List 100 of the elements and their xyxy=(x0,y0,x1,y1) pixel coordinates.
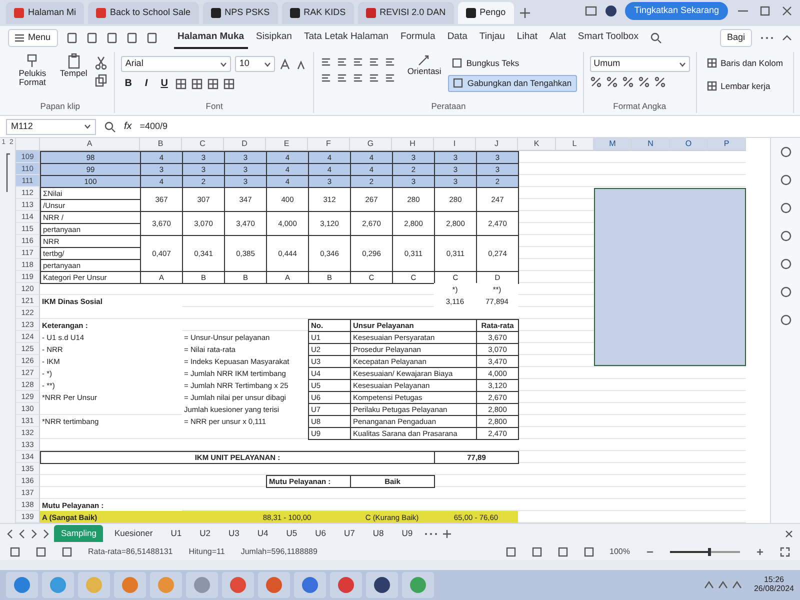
close-icon[interactable] xyxy=(780,5,794,17)
caret-icon[interactable] xyxy=(84,124,91,129)
copy-icon[interactable] xyxy=(94,74,108,88)
add-sheet-icon[interactable] xyxy=(442,528,452,538)
zoom-level[interactable]: 100% xyxy=(610,546,630,558)
screen-icon[interactable] xyxy=(585,5,598,17)
toolbar-button[interactable]: Pelukis Format xyxy=(12,52,53,89)
browser-tab[interactable]: REVISI 2.0 DAN xyxy=(358,2,454,24)
font-style-button[interactable]: U xyxy=(157,76,172,91)
ribbon-tab[interactable]: Smart Toolbox xyxy=(574,26,642,50)
orientation-button[interactable]: Orientasi xyxy=(404,52,444,78)
align-icon[interactable] xyxy=(352,72,364,84)
sheet-tab[interactable]: U9 xyxy=(394,525,420,542)
sheet-tab[interactable]: U3 xyxy=(221,525,246,542)
add-tab-icon[interactable] xyxy=(518,6,532,20)
column-header[interactable]: G xyxy=(350,138,392,151)
align-icon[interactable] xyxy=(320,56,332,68)
fullscreen-icon[interactable] xyxy=(780,546,790,556)
clock-time[interactable]: 15:26 xyxy=(754,576,794,585)
font-style-button[interactable]: I xyxy=(139,76,154,91)
column-header[interactable]: H xyxy=(392,138,434,151)
column-header[interactable]: D xyxy=(224,138,266,151)
column-header[interactable]: I xyxy=(434,138,476,151)
zoom-icon[interactable] xyxy=(104,120,116,132)
column-header[interactable]: M xyxy=(594,138,632,151)
sheet-tab[interactable]: U1 xyxy=(164,525,189,542)
maximize-icon[interactable] xyxy=(758,5,772,17)
align-icon[interactable] xyxy=(384,72,396,84)
browser-tab[interactable]: Pengo xyxy=(458,2,514,24)
ribbon-tab[interactable]: Tata Letak Halaman xyxy=(300,26,392,50)
align-icon[interactable] xyxy=(368,72,380,84)
align-icon[interactable] xyxy=(352,56,364,68)
next-sheet-icon[interactable] xyxy=(30,528,38,538)
ribbon-tab[interactable]: Data xyxy=(443,26,472,50)
align-icon[interactable] xyxy=(336,72,348,84)
sheet-tab[interactable]: Kuesioner xyxy=(107,525,160,542)
collapse-icon[interactable] xyxy=(782,34,792,42)
column-header[interactable]: B xyxy=(140,138,182,151)
browser-tab[interactable]: Halaman Mi xyxy=(6,2,84,24)
zoom-slider-thumb[interactable] xyxy=(708,548,710,556)
borders-icon[interactable] xyxy=(175,78,188,90)
close-icon[interactable] xyxy=(784,528,794,538)
browser-tab[interactable]: Back to School Sale xyxy=(88,2,199,24)
toolbar-button[interactable]: Tempel xyxy=(56,52,90,80)
last-sheet-icon[interactable] xyxy=(42,528,50,538)
column-header[interactable]: L xyxy=(556,138,594,151)
percent-icon[interactable] xyxy=(606,76,618,88)
scissors-icon[interactable] xyxy=(94,56,108,70)
sheet-tab[interactable]: U5 xyxy=(279,525,304,542)
upgrade-button[interactable]: Tingkatkan Sekarang xyxy=(625,2,728,20)
browser-tab[interactable]: NPS PSKS xyxy=(202,2,278,24)
column-header[interactable]: C xyxy=(182,138,224,151)
name-box[interactable]: M112 xyxy=(6,118,96,134)
ribbon-tab[interactable]: Alat xyxy=(546,26,570,50)
avatar-icon[interactable] xyxy=(605,5,618,17)
align-icon[interactable] xyxy=(320,72,332,84)
wrap-text-button[interactable]: Bungkus Teks xyxy=(448,56,577,71)
search-icon[interactable] xyxy=(650,32,662,44)
font-size-dropdown[interactable]: 10 xyxy=(235,56,276,72)
sheet-tab[interactable]: U6 xyxy=(308,525,333,542)
sheet-tab[interactable]: Sampling xyxy=(54,525,104,542)
font-style-button[interactable]: B xyxy=(121,76,136,91)
sheet-tab[interactable]: U4 xyxy=(250,525,276,542)
cell-reference: M112 xyxy=(11,120,33,133)
clock-date[interactable]: 26/08/2024 xyxy=(754,585,794,594)
rows-columns-button[interactable]: Baris dan Kolom xyxy=(702,56,787,71)
caret-icon[interactable] xyxy=(678,62,686,66)
number-format-dropdown[interactable]: Umum xyxy=(590,56,690,72)
function-label[interactable]: fx xyxy=(124,119,132,134)
zoom-in-icon[interactable] xyxy=(756,548,764,556)
column-header[interactable]: A xyxy=(40,138,140,151)
menu-button[interactable]: Menu xyxy=(8,29,58,47)
align-icon[interactable] xyxy=(368,56,380,68)
column-header[interactable]: E xyxy=(266,138,308,151)
column-header[interactable]: P xyxy=(708,138,746,151)
column-header[interactable]: K xyxy=(518,138,556,151)
column-header[interactable]: J xyxy=(476,138,518,151)
column-header[interactable]: F xyxy=(308,138,350,151)
ribbon-tab[interactable]: Lihat xyxy=(512,26,542,50)
sheet-tab[interactable]: U7 xyxy=(336,525,362,542)
previous-sheet-icon[interactable] xyxy=(18,528,26,538)
grow-font-icon[interactable] xyxy=(279,58,292,70)
merge-center-button[interactable]: Gabungkan dan Tengahkan xyxy=(448,74,577,92)
column-header[interactable]: O xyxy=(670,138,708,151)
align-icon[interactable] xyxy=(384,56,396,68)
ribbon-tab[interactable]: Formula xyxy=(396,26,440,50)
share-button[interactable]: Bagi xyxy=(720,29,752,47)
ribbon-tab[interactable]: Sisipkan xyxy=(252,26,296,50)
caret-icon[interactable] xyxy=(264,62,272,66)
column-header[interactable]: N xyxy=(632,138,670,151)
sheet-tab[interactable]: U2 xyxy=(192,525,218,542)
sheet-tab[interactable]: U8 xyxy=(366,525,391,542)
first-sheet-icon[interactable] xyxy=(6,528,14,538)
browser-tab[interactable]: RAK KIDS xyxy=(282,2,354,24)
font-dropdown[interactable]: Arial xyxy=(121,56,232,72)
worksheet-button[interactable]: Lembar kerja xyxy=(702,78,787,94)
shrink-font-icon[interactable] xyxy=(295,58,308,70)
align-icon[interactable] xyxy=(336,56,348,68)
ribbon-tab[interactable]: Tinjau xyxy=(475,26,509,50)
caret-icon[interactable] xyxy=(220,62,228,66)
